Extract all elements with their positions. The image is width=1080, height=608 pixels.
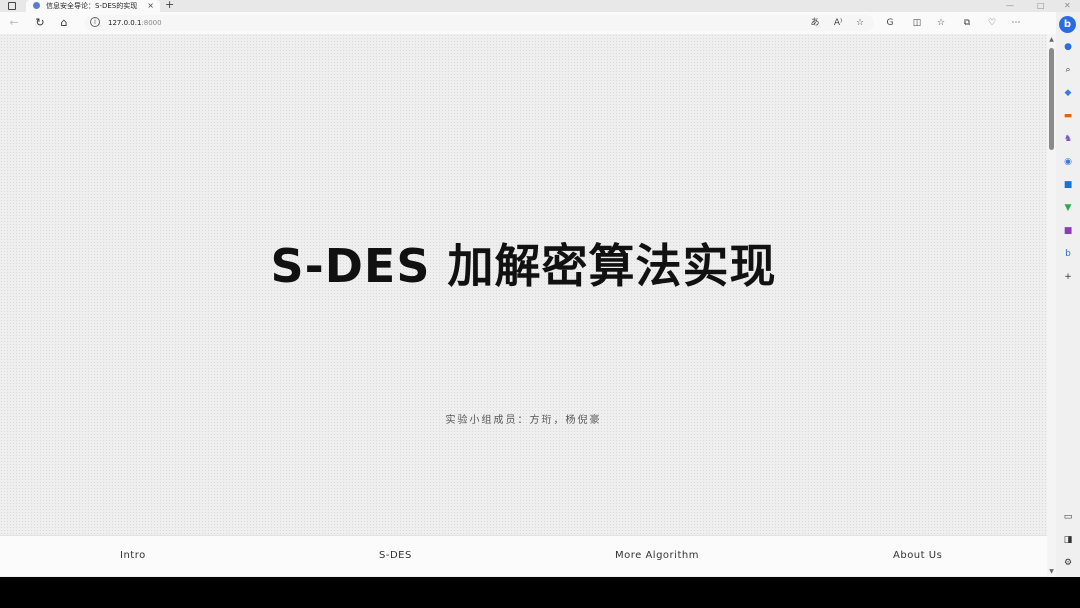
nav-s-des[interactable]: S-DES (379, 536, 412, 576)
tag-icon[interactable]: ◆ (1060, 85, 1076, 101)
more-menu-icon[interactable]: ⋯ (1007, 12, 1025, 34)
vertical-scrollbar[interactable]: ▲ ▼ (1047, 34, 1056, 577)
search-icon[interactable]: ⌕ (1060, 62, 1076, 78)
microsoft365-icon[interactable]: ◉ (1060, 154, 1076, 170)
screen-icon[interactable]: ▭ (1060, 509, 1076, 525)
collections-icon[interactable]: ⧉ (958, 12, 976, 34)
navigation-bar: ← ↻ ⌂ i 127.0.0.1:8000 あ A⁾ ☆ G ◫ ☆ ⧉ ♡ … (0, 12, 1080, 34)
settings-icon[interactable]: ⚙ (1060, 555, 1076, 571)
scroll-down-icon[interactable]: ▼ (1047, 568, 1056, 575)
nav-intro[interactable]: Intro (120, 536, 146, 576)
active-tab[interactable]: 信息安全导论：S-DES的实现 × (26, 0, 160, 12)
new-tab-button[interactable]: + (165, 0, 174, 11)
reload-button[interactable]: ↻ (30, 12, 50, 34)
team-members: 实验小组成员：方珩，杨倪豪 (445, 415, 602, 426)
browser-window: 信息安全导论：S-DES的实现 × + — □ ✕ ← ↻ ⌂ i 127.0.… (0, 0, 1080, 577)
translate-icon[interactable]: あ (806, 12, 824, 34)
nav-about-us[interactable]: About Us (893, 536, 942, 576)
add-icon[interactable]: + (1060, 269, 1076, 285)
games-icon[interactable]: ♞ (1060, 131, 1076, 147)
browser-essentials-icon[interactable]: ♡ (983, 12, 1001, 34)
drop-icon[interactable]: ▼ (1060, 200, 1076, 216)
outlook-icon[interactable]: ■ (1060, 177, 1076, 193)
url-text: 127.0.0.1:8000 (108, 15, 162, 31)
scrollbar-thumb[interactable] (1049, 48, 1054, 150)
page-title: S-DES 加解密算法实现 (270, 239, 777, 293)
tab-bar: 信息安全导论：S-DES的实现 × + — □ ✕ (0, 0, 1080, 12)
tab-title: 信息安全导论：S-DES的实现 (46, 2, 138, 10)
favorite-star-icon[interactable]: ☆ (851, 12, 869, 34)
taskbar (0, 577, 1080, 608)
sidebar-toggle-icon[interactable]: ◨ (1060, 532, 1076, 548)
globe-icon (33, 2, 40, 9)
bottom-nav: Intro S-DES More Algorithm About Us (0, 535, 1047, 576)
url-host: 127.0.0.1 (108, 19, 142, 27)
notification-bell-icon[interactable]: ● (1060, 39, 1076, 55)
home-button[interactable]: ⌂ (54, 12, 74, 34)
maximize-button[interactable]: □ (1037, 0, 1045, 12)
close-window-button[interactable]: ✕ (1064, 0, 1071, 12)
onenote-icon[interactable]: ■ (1060, 223, 1076, 239)
scroll-up-icon[interactable]: ▲ (1047, 36, 1056, 43)
toolbox-icon[interactable]: ▬ (1060, 108, 1076, 124)
site-info-icon[interactable]: i (90, 17, 100, 27)
url-port: :8000 (141, 19, 162, 27)
edge-sidebar: b ● ⌕ ◆ ▬ ♞ ◉ ■ ▼ ■ b + ▭ ◨ ⚙ (1056, 12, 1080, 577)
bing-small-icon[interactable]: b (1060, 246, 1076, 262)
page-content: S-DES 加解密算法实现 实验小组成员：方珩，杨倪豪 Intro S-DES … (0, 34, 1047, 577)
nav-more-algorithm[interactable]: More Algorithm (615, 536, 699, 576)
bing-chat-icon[interactable]: b (1059, 16, 1076, 33)
tab-close-icon[interactable]: × (147, 0, 154, 12)
back-button[interactable]: ← (4, 12, 24, 34)
address-bar[interactable]: i 127.0.0.1:8000 (84, 15, 874, 31)
extension-refresh-icon[interactable]: G (881, 12, 899, 34)
minimize-button[interactable]: — (1006, 0, 1014, 12)
split-screen-icon[interactable]: ◫ (908, 12, 926, 34)
read-aloud-icon[interactable]: A⁾ (829, 12, 847, 34)
favorites-icon[interactable]: ☆ (932, 12, 950, 34)
tab-actions-icon[interactable] (8, 2, 16, 10)
